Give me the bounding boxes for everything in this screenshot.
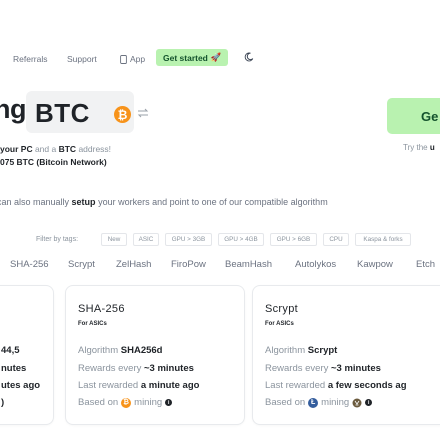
last-rewarded-value: a few seconds ag: [327, 380, 407, 391]
get-started-button[interactable]: Get started 🚀: [156, 49, 229, 66]
nav-support-link[interactable]: Support: [67, 54, 97, 64]
dogecoin-icon: [352, 398, 362, 407]
swap-icon: [137, 108, 149, 118]
hero-heading-fragment: ng: [0, 94, 27, 124]
card-left-line-4: ): [1, 397, 5, 408]
last-rewarded-label: Last rewarded: [265, 380, 328, 391]
mining-label: mining: [134, 397, 163, 408]
rewards-label: Rewards every: [265, 363, 331, 374]
litecoin-icon: Ł: [308, 397, 319, 408]
tab-zelhash[interactable]: ZelHash: [116, 259, 151, 270]
manual-setup-link[interactable]: setup: [72, 197, 96, 207]
try-hint[interactable]: Try the u: [403, 143, 435, 152]
get-started-label: Get started: [163, 52, 208, 63]
mining-label: mining: [321, 397, 350, 408]
card-for-label: For ASICs: [265, 321, 294, 327]
based-on-label: Based on: [265, 397, 306, 408]
tag-new[interactable]: New: [101, 233, 127, 246]
tab-scrypt[interactable]: Scrypt: [68, 259, 95, 270]
tag-gpu-4gb[interactable]: GPU > 4GB: [218, 233, 264, 246]
nav-app-link[interactable]: App: [120, 54, 145, 64]
card-for-label: For ASICs: [78, 321, 107, 327]
coin-name: BTC: [35, 98, 90, 128]
tab-kawpow[interactable]: Kawpow: [357, 259, 393, 270]
tab-beamhash[interactable]: BeamHash: [225, 259, 272, 270]
algo-card-sha256[interactable]: SHA-256 For ASICs Algorithm SHA256d Rewa…: [65, 285, 245, 425]
sub-part-btc: BTC: [58, 144, 77, 154]
manual-prefix: can also manually: [0, 197, 72, 207]
nav-referrals-link[interactable]: Referrals: [13, 54, 47, 64]
tag-gpu-3gb[interactable]: GPU > 3GB: [165, 233, 212, 246]
hero-get-started-button[interactable]: Ge: [387, 98, 440, 134]
tag-asic[interactable]: ASIC: [133, 233, 159, 246]
payout-threshold: 075 BTC (Bitcoin Network): [0, 157, 107, 167]
card-algorithm: Algorithm SHA256d: [78, 345, 162, 356]
card-last-rewarded: Last rewarded a minute ago: [78, 380, 199, 391]
card-rewards: Rewards every ~3 minutes: [265, 363, 381, 374]
tag-kaspa-forks[interactable]: Kaspa & forks: [355, 233, 411, 246]
rewards-value: ~3 minutes: [144, 363, 194, 374]
card-title: Scrypt: [265, 303, 298, 315]
algo-card-partial[interactable]: 44,5 nutes utes ago ): [0, 285, 54, 425]
tag-gpu-6gb[interactable]: GPU > 6GB: [270, 233, 317, 246]
last-rewarded-value: a minute ago: [140, 380, 200, 391]
sub-part-and: and a: [32, 144, 59, 154]
card-last-rewarded: Last rewarded a few seconds ag: [265, 380, 407, 391]
tab-firopow[interactable]: FiroPow: [171, 259, 206, 270]
bitcoin-icon: ₿: [121, 397, 132, 408]
rewards-label: Rewards every: [78, 363, 144, 374]
tag-cpu[interactable]: CPU: [323, 233, 349, 246]
info-icon[interactable]: i: [165, 399, 173, 406]
algorithm-value: SHA256d: [120, 345, 163, 356]
tab-sha256[interactable]: SHA-256: [10, 259, 49, 270]
try-hint-bold: u: [429, 143, 435, 152]
algorithm-label: Algorithm: [78, 345, 121, 356]
manual-setup-text: can also manually setup your workers and…: [0, 197, 328, 207]
card-algorithm: Algorithm Scrypt: [265, 345, 337, 356]
card-based-on: Based on Ł mining i: [265, 397, 373, 408]
manual-suffix: your workers and point to one of our com…: [95, 197, 328, 207]
card-rewards: Rewards every ~3 minutes: [78, 363, 194, 374]
tab-etch[interactable]: Etch: [416, 259, 435, 270]
card-based-on: Based on ₿ mining i: [78, 397, 173, 408]
try-hint-prefix: Try the: [403, 143, 430, 152]
rocket-icon: 🚀: [210, 52, 222, 62]
sub-part-address: address!: [76, 144, 112, 154]
nav-app-label: App: [130, 54, 146, 64]
algorithm-label: Algorithm: [265, 345, 308, 356]
algo-card-scrypt[interactable]: Scrypt For ASICs Algorithm Scrypt Reward…: [252, 285, 440, 425]
moon-icon[interactable]: [244, 52, 254, 62]
info-icon[interactable]: i: [365, 399, 373, 406]
filter-label: Filter by tags:: [36, 236, 79, 243]
rewards-value: ~3 minutes: [331, 363, 381, 374]
tab-autolykos[interactable]: Autolykos: [295, 259, 336, 270]
top-nav: Referrals Support App Get started 🚀: [0, 49, 440, 68]
sub-part-pc: your PC: [0, 144, 33, 154]
bitcoin-icon: ₿: [114, 106, 131, 123]
coin-selector[interactable]: BTC ₿: [26, 91, 149, 133]
card-title: SHA-256: [78, 303, 125, 315]
based-on-label: Based on: [78, 397, 119, 408]
phone-icon: [120, 54, 127, 64]
card-left-line-2: nutes: [1, 363, 27, 374]
card-left-line-1: 44,5: [1, 345, 20, 356]
card-left-line-3: utes ago: [1, 380, 41, 391]
hero-subtitle: your PC and a BTC address!: [0, 144, 111, 154]
last-rewarded-label: Last rewarded: [78, 380, 141, 391]
algorithm-value: Scrypt: [307, 345, 338, 356]
